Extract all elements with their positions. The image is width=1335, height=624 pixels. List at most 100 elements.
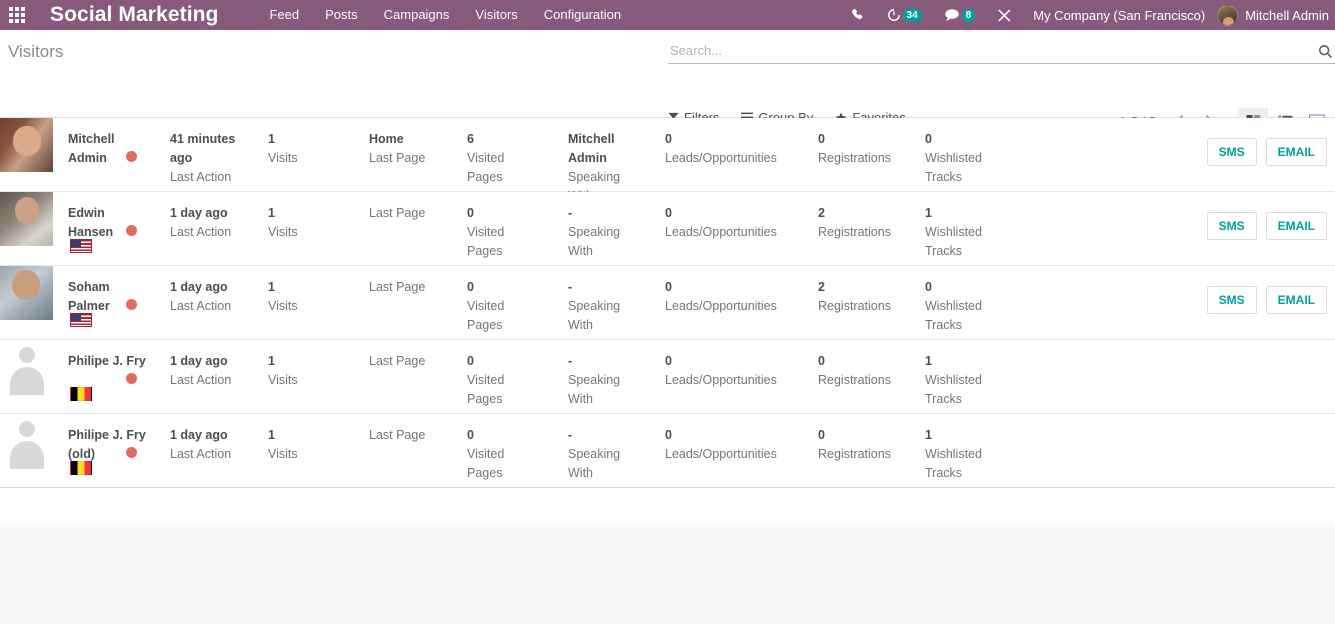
visited-pages-label: Visited Pages (467, 225, 505, 258)
last-page-field: Last Page (369, 352, 451, 371)
registrations-label: Registrations (818, 373, 891, 387)
leads-label: Leads/Opportunities (665, 225, 777, 239)
leads-label: Leads/Opportunities (665, 447, 777, 461)
main-menu: Feed Posts Campaigns Visitors Configurat… (256, 0, 634, 30)
search-input[interactable] (668, 42, 1318, 60)
leads-value: 0 (665, 132, 672, 146)
visits-label: Visits (268, 373, 298, 387)
wishlisted-label: Wishlisted Tracks (925, 151, 982, 184)
sms-button[interactable]: SMS (1206, 138, 1257, 166)
visits-field: 1 Visits (268, 130, 326, 168)
search-icon[interactable] (1318, 44, 1335, 59)
leads-value: 0 (665, 280, 672, 294)
sms-button[interactable]: SMS (1206, 286, 1257, 314)
speaking-with-value: - (568, 354, 573, 368)
country-flag-us-icon (70, 239, 92, 253)
menu-item-posts[interactable]: Posts (312, 0, 371, 30)
table-row[interactable]: Philipe J. Fry (old) 1 day ago Last Acti… (0, 414, 1335, 488)
messaging-menu-button[interactable]: 8 (933, 0, 987, 30)
wishlisted-field: 0 Wishlisted Tracks (925, 130, 1001, 187)
menu-item-campaigns[interactable]: Campaigns (371, 0, 463, 30)
apps-menu-button[interactable] (0, 0, 34, 30)
last-page-label: Last Page (369, 354, 426, 368)
avatar-image (0, 266, 53, 320)
company-switcher[interactable]: My Company (San Francisco) (1023, 8, 1217, 23)
messaging-count-badge: 8 (961, 8, 976, 22)
visited-pages-value: 0 (467, 206, 474, 220)
sms-button[interactable]: SMS (1206, 212, 1257, 240)
visited-pages-field: 0 Visited Pages (467, 278, 529, 335)
last-action-field: 1 day ago Last Action (170, 278, 256, 316)
menu-item-feed[interactable]: Feed (256, 0, 312, 30)
wishlisted-field: 0 Wishlisted Tracks (925, 278, 1001, 335)
visits-label: Visits (268, 225, 298, 239)
registrations-field: 0 Registrations (818, 426, 914, 464)
visitor-name-field: Philipe J. Fry (old) (68, 426, 146, 464)
email-button[interactable]: EMAIL (1265, 286, 1327, 314)
visited-pages-field: 0 Visited Pages (467, 426, 529, 483)
user-avatar (1217, 4, 1239, 26)
visits-value: 1 (268, 354, 275, 368)
registrations-value: 2 (818, 280, 825, 294)
wishlisted-value: 0 (925, 132, 932, 146)
search-bar (668, 39, 1335, 64)
last-page-label: Last Page (369, 151, 426, 165)
last-action-field: 1 day ago Last Action (170, 426, 256, 464)
menu-item-visitors[interactable]: Visitors (462, 0, 530, 30)
debug-tools-button[interactable] (986, 0, 1023, 30)
leads-field: 0 Leads/Opportunities (665, 426, 811, 464)
wishlisted-field: 1 Wishlisted Tracks (925, 204, 1001, 261)
email-button[interactable]: EMAIL (1265, 212, 1327, 240)
avatar-placeholder-icon (0, 340, 53, 395)
last-action-label: Last Action (170, 170, 232, 184)
app-brand-title[interactable]: Social Marketing (50, 3, 218, 27)
table-row[interactable]: Mitchell Admin 41 minutes ago Last Actio… (0, 118, 1335, 203)
visits-field: 1 Visits (268, 204, 326, 242)
last-page-field: Last Page (369, 278, 451, 297)
speaking-with-field: - Speaking With (568, 204, 640, 261)
visitor-avatar (0, 266, 53, 339)
visits-value: 1 (268, 280, 275, 294)
table-row[interactable]: Edwin Hansen 1 day ago Last Action 1 Vis… (0, 192, 1335, 266)
leads-value: 0 (665, 428, 672, 442)
last-page-value: Home (369, 132, 404, 146)
speaking-with-label: Speaking With (568, 225, 621, 258)
visitor-name: Mitchell Admin (68, 132, 115, 165)
speaking-with-value: - (568, 428, 573, 442)
visitor-avatar (0, 118, 53, 191)
status-badge (126, 151, 137, 162)
activity-menu-button[interactable]: 34 (876, 0, 933, 30)
phone-button[interactable] (840, 0, 876, 30)
visits-field: 1 Visits (268, 426, 326, 464)
speaking-with-label: Speaking With (568, 373, 621, 406)
email-button[interactable]: EMAIL (1265, 138, 1327, 166)
wishlisted-label: Wishlisted Tracks (925, 299, 982, 332)
last-action-value: 1 day ago (170, 428, 228, 442)
table-row[interactable]: Philipe J. Fry 1 day ago Last Action 1 V… (0, 340, 1335, 414)
user-menu[interactable]: Mitchell Admin (1217, 4, 1335, 26)
leads-field: 0 Leads/Opportunities (665, 278, 811, 316)
speaking-with-label: Speaking With (568, 447, 621, 480)
clock-activity-icon (887, 9, 900, 21)
visited-pages-field: 0 Visited Pages (467, 352, 529, 409)
wishlisted-value: 1 (925, 428, 932, 442)
last-action-value: 1 day ago (170, 206, 228, 220)
last-page-field: Home Last Page (369, 130, 451, 168)
leads-field: 0 Leads/Opportunities (665, 352, 811, 390)
last-action-label: Last Action (170, 447, 232, 461)
registrations-label: Registrations (818, 151, 891, 165)
top-navbar: Social Marketing Feed Posts Campaigns Vi… (0, 0, 1335, 30)
control-panel: Visitors Filters Gro (0, 30, 1335, 134)
page-title: Visitors (8, 42, 64, 61)
wrench-tools-icon (998, 9, 1011, 21)
visitor-name: Soham Palmer (68, 280, 110, 313)
table-row[interactable]: Soham Palmer 1 day ago Last Action 1 Vis… (0, 266, 1335, 340)
wishlisted-value: 1 (925, 206, 932, 220)
visitor-avatar (0, 192, 53, 265)
systray: 34 8 My Company (San Francisco) Mitchell… (840, 0, 1335, 30)
last-action-value: 1 day ago (170, 280, 228, 294)
status-badge (126, 299, 137, 310)
registrations-value: 2 (818, 206, 825, 220)
last-page-field: Last Page (369, 204, 451, 223)
menu-item-configuration[interactable]: Configuration (531, 0, 634, 30)
